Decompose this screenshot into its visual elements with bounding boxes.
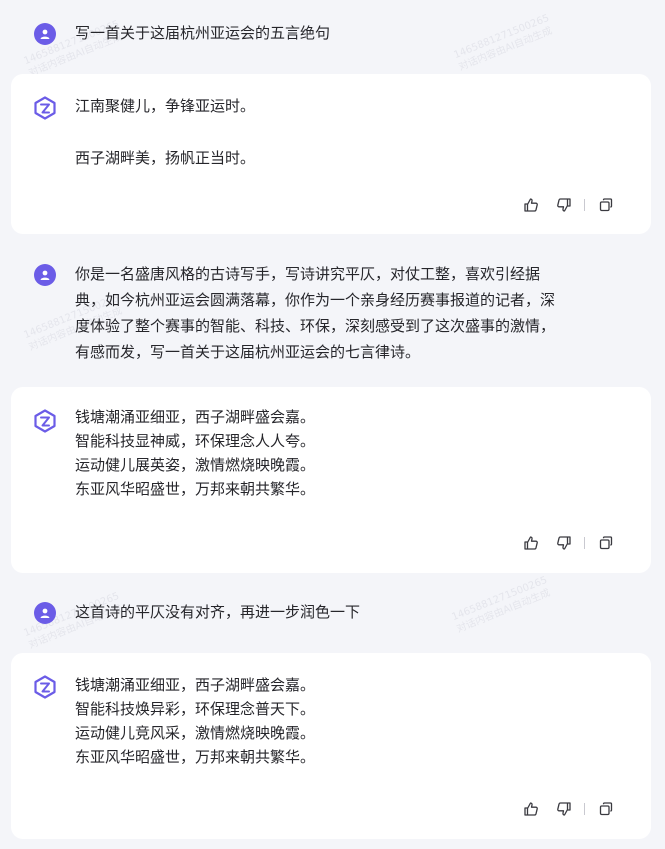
- actions-divider: [584, 199, 585, 211]
- message-actions: [522, 534, 615, 552]
- user-avatar-icon: [34, 264, 56, 286]
- assistant-message-card: 钱塘潮涌亚细亚，西子湖畔盛会嘉。 智能科技显神威，环保理念人人夸。 运动健儿展英…: [11, 387, 651, 573]
- thumbs-up-icon[interactable]: [522, 800, 540, 818]
- assistant-message-text: 江南聚健儿，争锋亚运时。 西子湖畔美，扬帆正当时。: [75, 97, 256, 167]
- thumbs-up-icon[interactable]: [522, 534, 540, 552]
- message-actions: [522, 196, 615, 214]
- user-message: 写一首关于这届杭州亚运会的五言绝句: [0, 20, 665, 50]
- assistant-logo-icon: [33, 675, 57, 699]
- thumbs-up-icon[interactable]: [522, 196, 540, 214]
- user-message-text: 这首诗的平仄没有对齐，再进一步润色一下: [75, 603, 361, 621]
- user-message-text: 你是一名盛唐风格的古诗写手，写诗讲究平仄，对仗工整，喜欢引经据 典，如今杭州亚运…: [75, 265, 556, 361]
- copy-icon[interactable]: [597, 800, 615, 818]
- actions-divider: [584, 803, 585, 815]
- assistant-logo-icon: [33, 96, 57, 120]
- assistant-message-card: 钱塘潮涌亚细亚，西子湖畔盛会嘉。 智能科技焕异彩，环保理念普天下。 运动健儿竞风…: [11, 653, 651, 839]
- thumbs-down-icon[interactable]: [555, 534, 573, 552]
- user-message: 这首诗的平仄没有对齐，再进一步润色一下: [0, 599, 665, 629]
- message-actions: [522, 800, 615, 818]
- actions-divider: [584, 537, 585, 549]
- user-message-text: 写一首关于这届杭州亚运会的五言绝句: [75, 24, 331, 42]
- copy-icon[interactable]: [597, 534, 615, 552]
- user-message: 你是一名盛唐风格的古诗写手，写诗讲究平仄，对仗工整，喜欢引经据 典，如今杭州亚运…: [0, 261, 665, 371]
- assistant-logo-icon: [33, 409, 57, 433]
- user-avatar-icon: [34, 602, 56, 624]
- assistant-message-text: 钱塘潮涌亚细亚，西子湖畔盛会嘉。 智能科技显神威，环保理念人人夸。 运动健儿展英…: [75, 408, 316, 498]
- thumbs-down-icon[interactable]: [555, 196, 573, 214]
- copy-icon[interactable]: [597, 196, 615, 214]
- assistant-message-text: 钱塘潮涌亚细亚，西子湖畔盛会嘉。 智能科技焕异彩，环保理念普天下。 运动健儿竞风…: [75, 676, 316, 766]
- assistant-message-card: 江南聚健儿，争锋亚运时。 西子湖畔美，扬帆正当时。: [11, 74, 651, 234]
- user-avatar-icon: [34, 23, 56, 45]
- chat-conversation: 1465881271500265 对话内容由AI自动生成 14658812715…: [0, 0, 665, 849]
- thumbs-down-icon[interactable]: [555, 800, 573, 818]
